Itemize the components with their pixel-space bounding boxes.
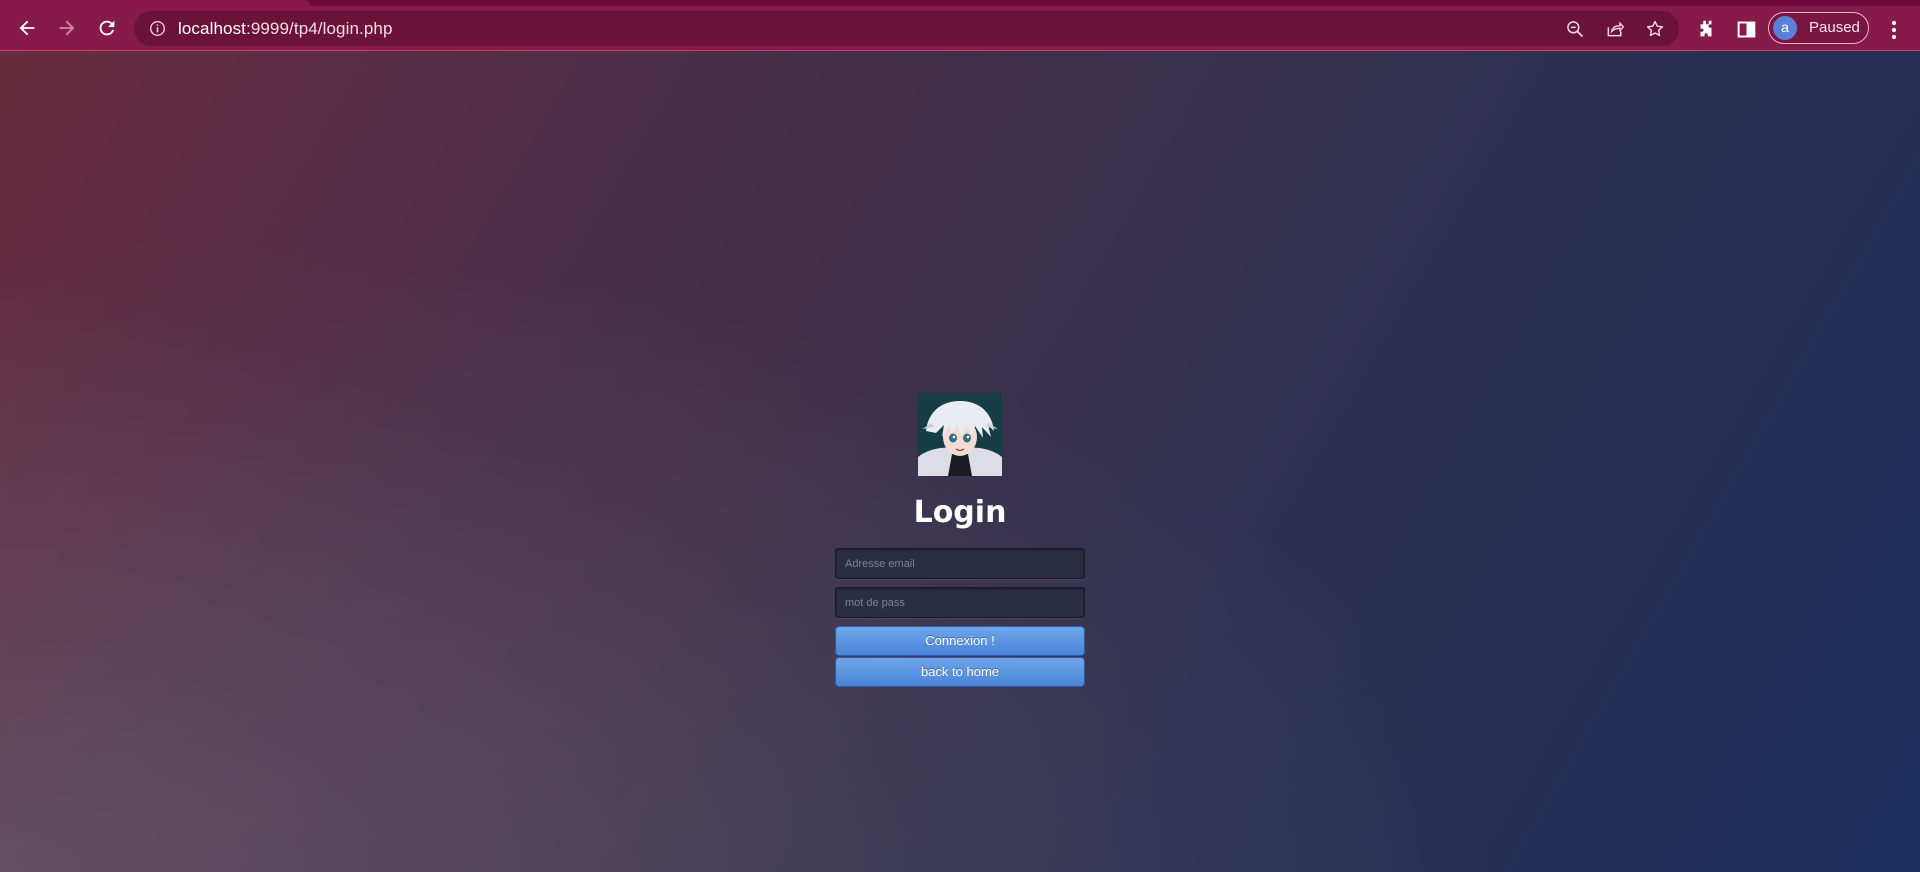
avatar: a bbox=[1773, 16, 1797, 40]
address-bar[interactable]: localhost:9999/tp4/login.php bbox=[134, 11, 1679, 46]
share-icon bbox=[1607, 21, 1625, 37]
share-button[interactable] bbox=[1604, 18, 1626, 40]
back-to-home-button[interactable]: back to home bbox=[835, 657, 1085, 687]
info-icon[interactable] bbox=[149, 20, 166, 37]
url-host: localhost bbox=[178, 19, 246, 38]
profile-picture bbox=[918, 393, 1002, 476]
side-panel-icon bbox=[1737, 21, 1755, 37]
reload-icon bbox=[99, 20, 115, 36]
side-panel-button[interactable] bbox=[1734, 17, 1758, 41]
url-text[interactable]: localhost:9999/tp4/login.php bbox=[178, 19, 393, 39]
url-path: :9999/tp4/login.php bbox=[246, 19, 393, 38]
extensions-button[interactable] bbox=[1694, 17, 1718, 41]
back-icon bbox=[19, 20, 35, 36]
browser-toolbar: localhost:9999/tp4/login.php a Paused bbox=[0, 6, 1920, 51]
zoom-button[interactable] bbox=[1564, 18, 1586, 40]
email-field[interactable] bbox=[835, 548, 1085, 579]
anime-character-image bbox=[918, 393, 1002, 476]
page-title: Login bbox=[913, 495, 1007, 530]
bookmark-button[interactable] bbox=[1644, 18, 1666, 40]
login-button[interactable]: Connexion ! bbox=[835, 626, 1085, 656]
zoom-out-icon bbox=[1567, 21, 1584, 38]
browser-menu-button[interactable] bbox=[1884, 18, 1904, 42]
bookmark-star-icon bbox=[1646, 20, 1664, 37]
reload-button[interactable] bbox=[93, 14, 121, 42]
menu-icon bbox=[1891, 20, 1897, 40]
back-button[interactable] bbox=[13, 14, 41, 42]
page-viewport: Login Connexion ! back to home bbox=[0, 51, 1920, 872]
forward-icon bbox=[59, 20, 75, 36]
password-field[interactable] bbox=[835, 587, 1085, 618]
profile-status: Paused bbox=[1809, 19, 1860, 36]
profile-button[interactable]: a Paused bbox=[1768, 12, 1869, 44]
forward-button[interactable] bbox=[53, 14, 81, 42]
extensions-icon bbox=[1700, 20, 1712, 37]
